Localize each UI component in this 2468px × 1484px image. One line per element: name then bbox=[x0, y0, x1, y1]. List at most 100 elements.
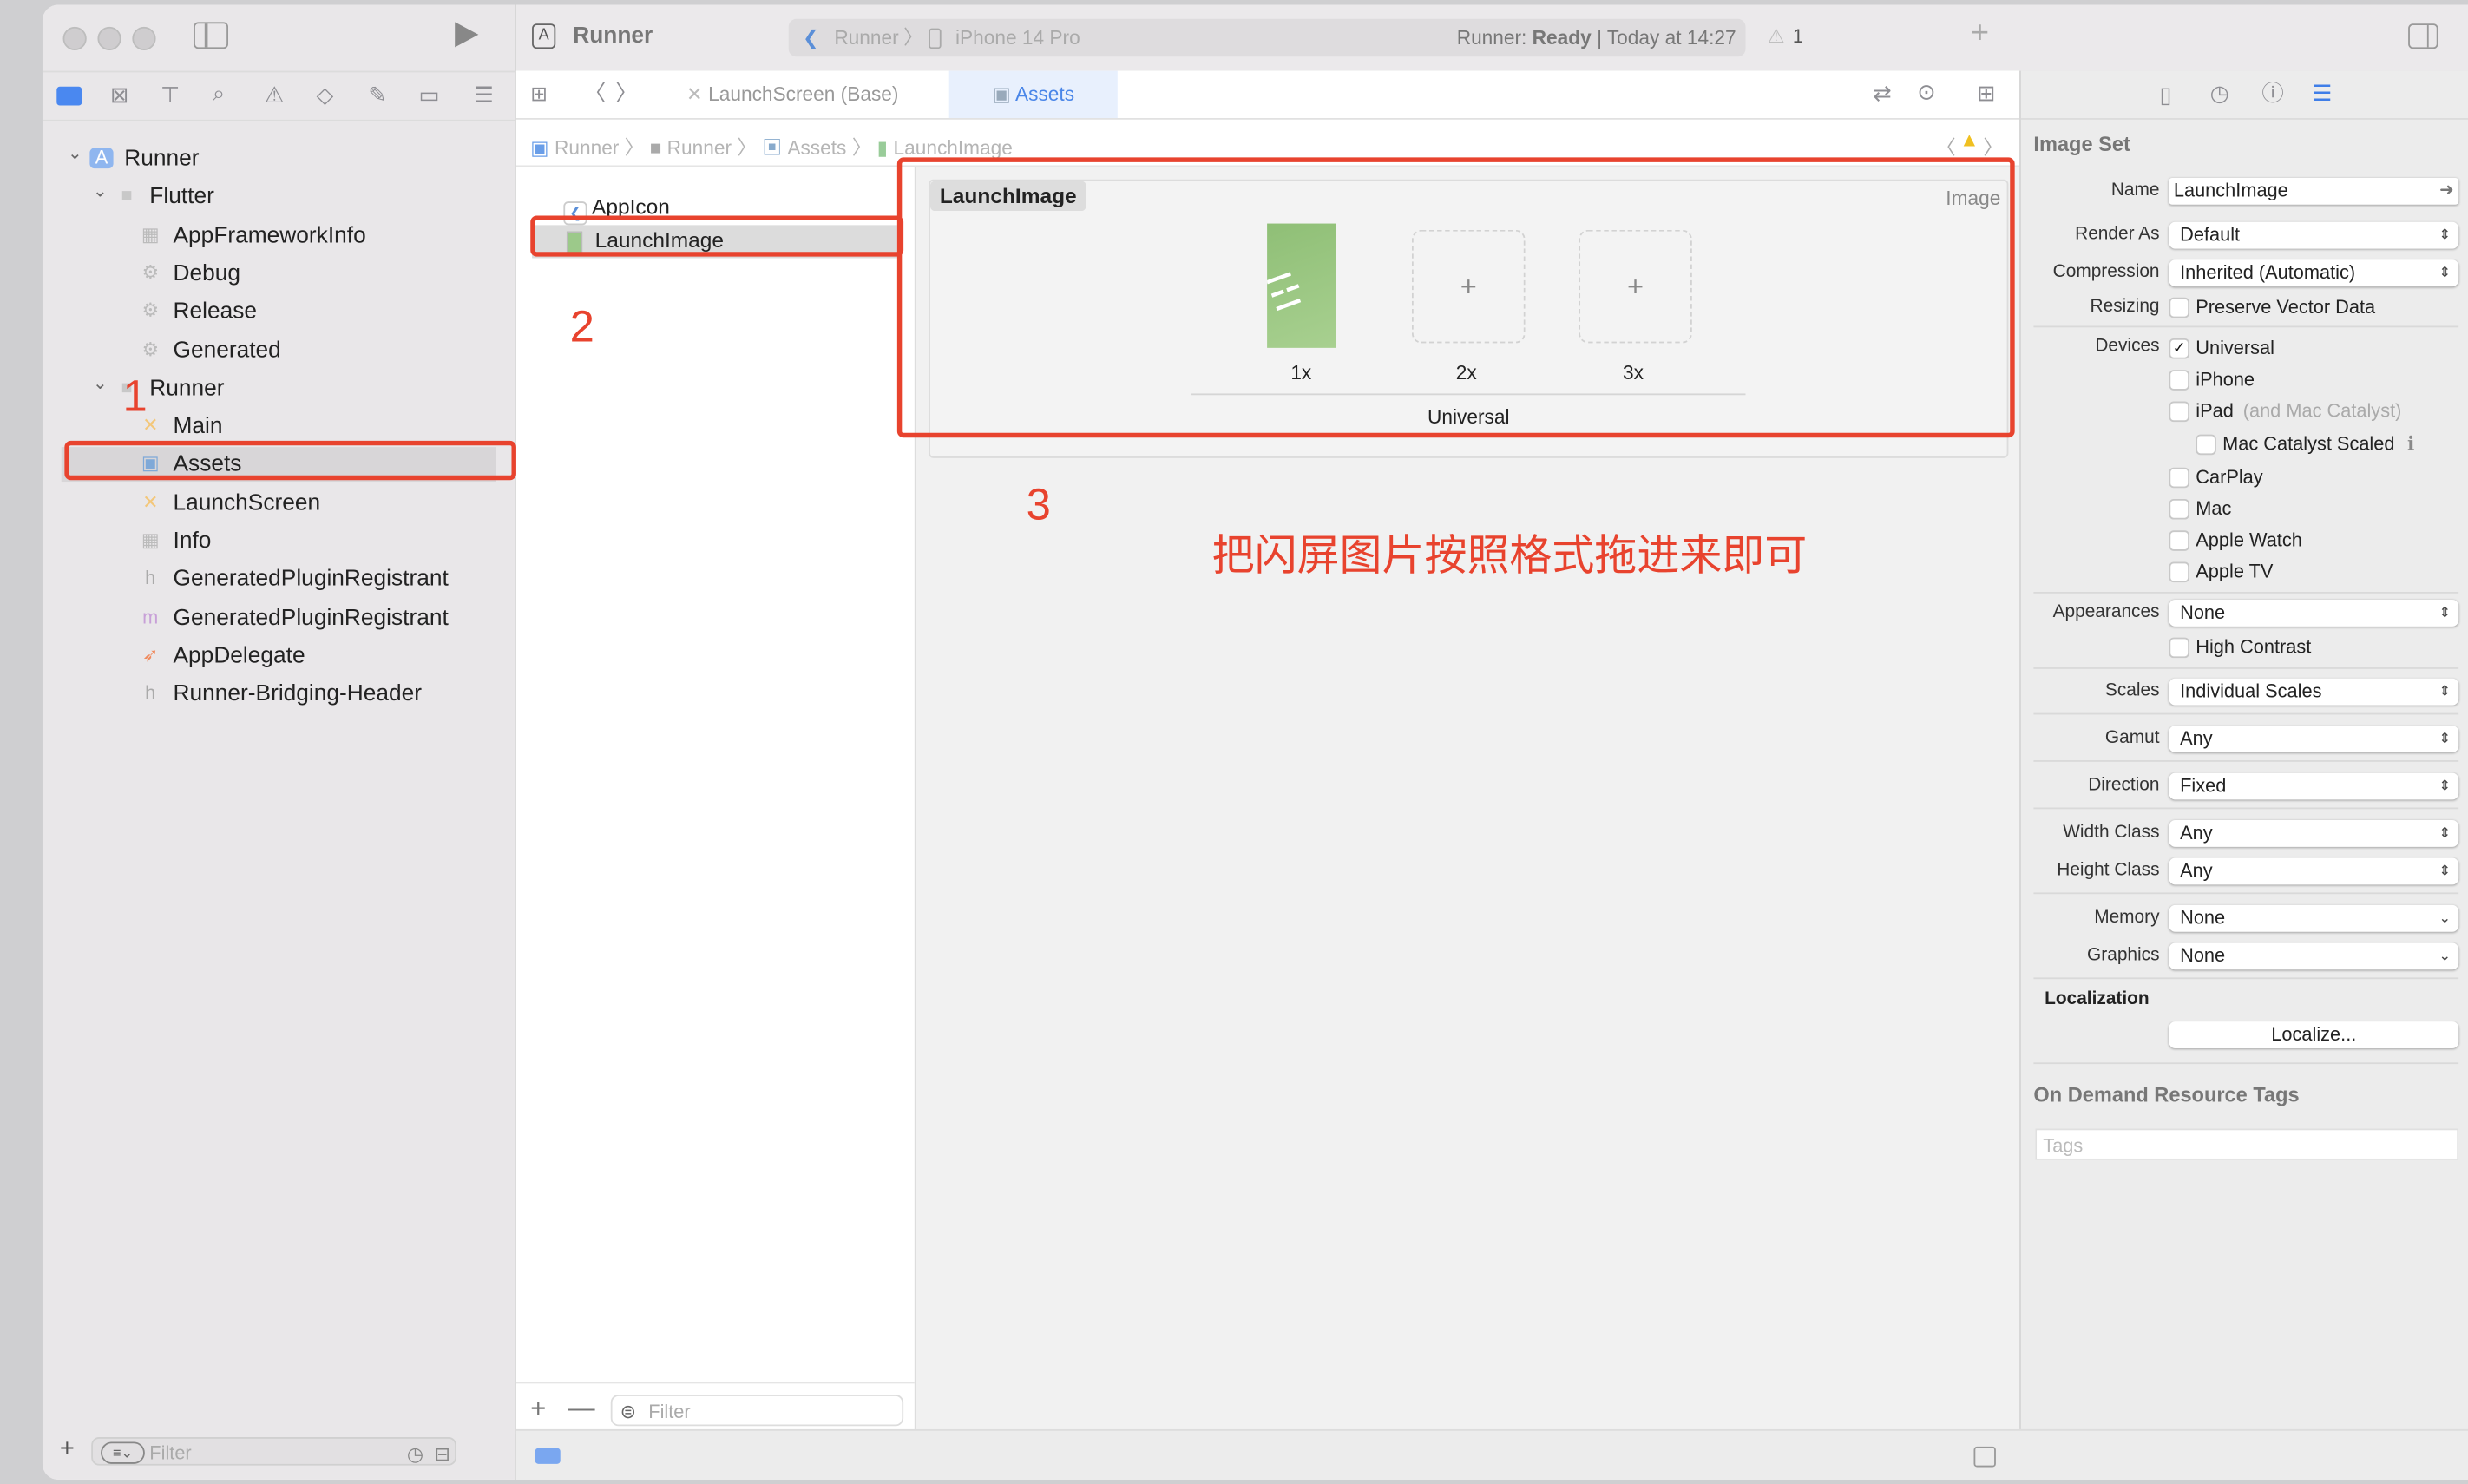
navigator-filter-input[interactable]: ≡⌄ Filter ◷ ⊟ bbox=[91, 1436, 457, 1469]
run-icon[interactable] bbox=[455, 22, 479, 48]
memory-popup[interactable]: None ⌄ bbox=[2169, 904, 2459, 932]
width-class-popup[interactable]: Any ⇕ bbox=[2169, 819, 2459, 847]
preserve-vector-checkbox[interactable] bbox=[2169, 297, 2189, 318]
close-window-button[interactable] bbox=[62, 26, 87, 51]
more-options-icon[interactable]: ⊙ bbox=[1917, 81, 1935, 102]
navigator-item[interactable]: ▦ AppFrameworkInfo bbox=[43, 218, 515, 253]
asset-list: ❮ AppIcon LaunchImage + — ⊜ Filter bbox=[515, 167, 916, 1435]
divider bbox=[2033, 760, 2459, 762]
device-checkbox[interactable] bbox=[2169, 467, 2189, 489]
minimize-window-button[interactable] bbox=[97, 26, 121, 51]
gamut-popup[interactable]: Any ⇕ bbox=[2169, 726, 2459, 752]
tab-assets[interactable]: ▣ Assets bbox=[948, 70, 1118, 119]
breadcrumb-item[interactable]: Assets bbox=[787, 137, 846, 159]
direction-popup[interactable]: Fixed ⇕ bbox=[2169, 772, 2459, 800]
add-icon[interactable]: + bbox=[530, 1393, 546, 1424]
scheme-selector[interactable]: Runner bbox=[834, 19, 898, 57]
device-checkbox[interactable] bbox=[2169, 530, 2189, 551]
scales-popup[interactable]: Individual Scales ⇕ bbox=[2169, 678, 2459, 706]
navigator-item[interactable]: ⚙ Release bbox=[43, 295, 515, 330]
scm-filter-icon[interactable]: ⊟ bbox=[434, 1441, 450, 1469]
device-selector[interactable]: iPhone 14 Pro bbox=[955, 19, 1080, 57]
info-icon[interactable]: ℹ bbox=[2407, 433, 2414, 455]
render-as-popup[interactable]: Default ⇕ bbox=[2169, 221, 2459, 249]
name-field[interactable]: LaunchImage ➜ bbox=[2169, 177, 2459, 205]
high-contrast-checkbox[interactable] bbox=[2169, 637, 2189, 659]
activity-view: ❮ Runner 〉 iPhone 14 Pro Runner: Ready |… bbox=[788, 18, 1746, 57]
device-checkbox[interactable] bbox=[2169, 401, 2189, 423]
test-icon[interactable]: ◇ bbox=[317, 83, 334, 105]
navigator-item-label: Generated bbox=[173, 338, 281, 364]
debug-area-toggle-icon[interactable] bbox=[535, 1448, 561, 1464]
zoom-window-button[interactable] bbox=[132, 26, 156, 51]
navigator-item[interactable]: ⚙ Debug bbox=[43, 256, 515, 291]
navigator-item[interactable]: m GeneratedPluginRegistrant bbox=[43, 601, 515, 635]
console-toggle-icon[interactable] bbox=[1973, 1446, 1996, 1468]
symbol-icon[interactable]: ⊤ bbox=[161, 83, 180, 105]
localize-button[interactable]: Localize... bbox=[2169, 1021, 2459, 1048]
inspector-toggle-icon[interactable] bbox=[2408, 23, 2438, 49]
forward-icon[interactable]: 〉 bbox=[1983, 131, 2003, 161]
help-icon[interactable]: ⓘ bbox=[2261, 82, 2283, 103]
navigator-item[interactable]: ⌄ A Runner bbox=[43, 141, 515, 176]
field-label: Direction bbox=[2088, 776, 2160, 795]
add-icon[interactable]: + bbox=[1971, 16, 1989, 52]
navigator-item[interactable]: h GeneratedPluginRegistrant bbox=[43, 562, 515, 597]
add-icon[interactable]: + bbox=[60, 1435, 75, 1464]
device-checkbox[interactable] bbox=[2169, 498, 2189, 520]
debug-bar bbox=[515, 1428, 2468, 1480]
navigator-item[interactable]: h Runner-Bridging-Header bbox=[43, 677, 515, 712]
warning-icon[interactable]: ▲ bbox=[1959, 129, 1979, 151]
folder-icon[interactable] bbox=[56, 86, 82, 106]
breadcrumb-item[interactable]: Runner bbox=[555, 137, 619, 159]
recent-files-icon[interactable]: ◷ bbox=[407, 1441, 423, 1469]
device-label: Apple Watch bbox=[2196, 529, 2302, 550]
disclosure-chevron-icon[interactable]: ⌄ bbox=[93, 175, 108, 210]
navigator-item[interactable]: ⚙ Generated bbox=[43, 333, 515, 368]
history-icon[interactable]: ◷ bbox=[2210, 82, 2229, 103]
navigator-item[interactable]: ⌄ ■ Runner bbox=[43, 371, 515, 406]
breakpoint-icon[interactable]: ▭ bbox=[418, 83, 439, 105]
graphics-popup[interactable]: None ⌄ bbox=[2169, 942, 2459, 970]
attributes-icon[interactable]: ☰ bbox=[2312, 81, 2332, 108]
disclosure-chevron-icon[interactable]: ⌄ bbox=[68, 137, 82, 172]
source-control-icon[interactable]: ⊠ bbox=[110, 83, 128, 105]
asset-filter-input[interactable]: ⊜ Filter bbox=[610, 1395, 904, 1427]
device-name: Apple Watch bbox=[2196, 529, 2302, 551]
search-icon[interactable]: ⌕ bbox=[213, 82, 225, 103]
add-editor-icon[interactable]: ⊞ bbox=[1977, 82, 1995, 103]
forward-icon[interactable]: 〉 bbox=[615, 82, 637, 103]
file-inspector-icon[interactable]: ▯ bbox=[2160, 83, 2172, 105]
breadcrumb-item[interactable]: LaunchImage bbox=[894, 137, 1013, 159]
back-icon[interactable]: 〈 bbox=[584, 82, 606, 103]
device-checkbox[interactable] bbox=[2169, 370, 2189, 391]
remove-icon[interactable]: — bbox=[568, 1393, 595, 1424]
device-checkbox[interactable] bbox=[2169, 561, 2189, 583]
warning-icon[interactable]: ⚠ bbox=[265, 83, 285, 105]
debug-icon[interactable]: ✎ bbox=[368, 83, 386, 105]
storyboard-icon: ✕ bbox=[142, 490, 159, 513]
popup-value: Fixed bbox=[2180, 774, 2227, 797]
appearances-popup[interactable]: None ⇕ bbox=[2169, 600, 2459, 627]
breadcrumb-item[interactable]: Runner bbox=[667, 137, 732, 159]
tab-launchscreen[interactable]: ✕ LaunchScreen (Base) bbox=[686, 71, 899, 118]
report-icon[interactable]: ☰ bbox=[474, 83, 494, 105]
device-checkbox[interactable] bbox=[2196, 434, 2216, 456]
warning-icon[interactable]: ⚠ bbox=[1768, 25, 1785, 47]
navigator-item[interactable]: ▦ Info bbox=[43, 524, 515, 559]
compression-popup[interactable]: Inherited (Automatic) ⇕ bbox=[2169, 259, 2459, 287]
navigator-item-label: GeneratedPluginRegistrant bbox=[173, 567, 449, 593]
height-class-popup[interactable]: Any ⇕ bbox=[2169, 857, 2459, 885]
tags-input[interactable]: Tags bbox=[2035, 1128, 2459, 1160]
back-icon[interactable]: 〈 bbox=[1936, 131, 1956, 161]
device-checkbox[interactable]: ✓ bbox=[2169, 338, 2189, 359]
arrow-circle-icon[interactable]: ➜ bbox=[2439, 178, 2454, 205]
grid-icon[interactable]: ⊞ bbox=[530, 83, 548, 104]
navigator-item[interactable]: ➶ AppDelegate bbox=[43, 639, 515, 673]
sidebar-toggle-icon[interactable] bbox=[194, 22, 229, 49]
navigator-item[interactable]: ⌄ ■ Flutter bbox=[43, 180, 515, 214]
navigator-item[interactable]: ✕ LaunchScreen bbox=[43, 486, 515, 521]
navigator-item[interactable]: ✕ Main bbox=[43, 410, 515, 444]
related-items-icon[interactable]: ⇄ bbox=[1873, 82, 1891, 103]
disclosure-chevron-icon[interactable]: ⌄ bbox=[93, 366, 108, 401]
